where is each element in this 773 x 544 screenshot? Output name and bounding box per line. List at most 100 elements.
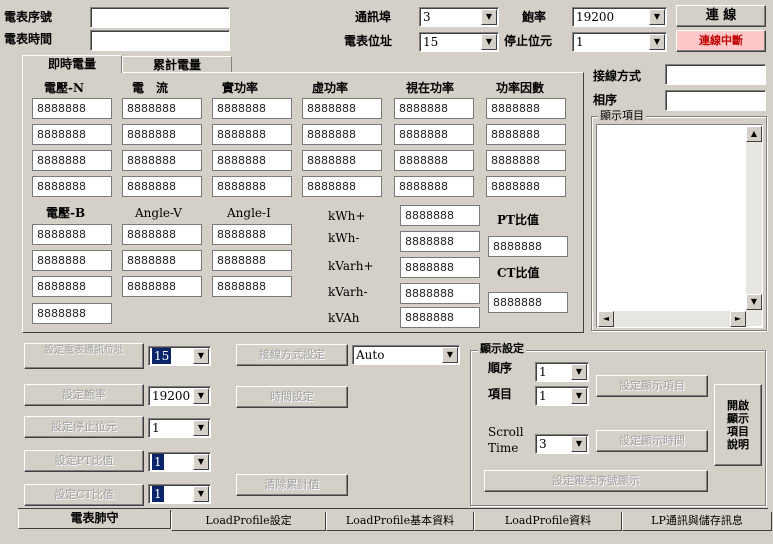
- scroll-right-icon[interactable]: ►: [730, 311, 746, 327]
- header-real-power: 實功率: [222, 81, 259, 95]
- baud-rate-select[interactable]: 19200 ▼: [148, 386, 211, 406]
- stop-bit-label: 停止位元: [504, 34, 553, 48]
- ct-select[interactable]: 1 ▼: [148, 484, 211, 504]
- scroll-down-icon[interactable]: ▼: [746, 294, 762, 310]
- chevron-down-icon[interactable]: ▼: [193, 454, 209, 470]
- kvarh-minus-value: 8888888: [400, 283, 480, 304]
- apparent-power-value: 8888888: [394, 176, 474, 197]
- set-wiring-button[interactable]: 接線方式設定: [236, 344, 348, 366]
- meter-serial-field[interactable]: [90, 7, 230, 28]
- connect-button[interactable]: 連 線: [676, 5, 766, 27]
- set-stop-bit-button[interactable]: 設定停止位元: [24, 416, 144, 438]
- kvarh-minus-label: kVarh-: [328, 285, 368, 299]
- current-value: 8888888: [122, 98, 202, 119]
- chevron-down-icon[interactable]: ▼: [193, 388, 209, 404]
- tab-lp-comm-storage[interactable]: LP通訊與儲存訊息: [622, 512, 772, 531]
- chevron-down-icon[interactable]: ▼: [649, 34, 665, 50]
- tab-loadprofile-settings[interactable]: LoadProfile設定: [171, 512, 326, 531]
- meter-addr-label: 電表位址: [344, 34, 393, 48]
- chevron-down-icon[interactable]: ▼: [571, 436, 587, 452]
- apparent-power-value: 8888888: [394, 124, 474, 145]
- angle-v-value: 8888888: [122, 276, 202, 297]
- reactive-power-value: 8888888: [302, 124, 382, 145]
- tab-loadprofile-data[interactable]: LoadProfile資料: [474, 512, 622, 531]
- wiring-select[interactable]: Auto ▼: [352, 345, 460, 365]
- voltage-b-value: 8888888: [32, 224, 112, 245]
- stop-bit-select[interactable]: 1 ▼: [572, 32, 667, 52]
- kvarh-plus-value: 8888888: [400, 257, 480, 278]
- voltage-n-value: 8888888: [32, 150, 112, 171]
- chevron-down-icon[interactable]: ▼: [193, 420, 209, 436]
- phase-label: 相序: [593, 93, 618, 107]
- set-serial-display-button[interactable]: 設定電表序號顯示: [484, 470, 708, 492]
- apparent-power-value: 8888888: [394, 98, 474, 119]
- clear-energy-button[interactable]: 清除累計值: [236, 474, 348, 496]
- comm-port-select[interactable]: 3 ▼: [419, 7, 499, 27]
- kwh-minus-value: 8888888: [400, 231, 480, 252]
- reactive-power-value: 8888888: [302, 150, 382, 171]
- voltage-b-value: 8888888: [32, 303, 112, 324]
- chevron-down-icon[interactable]: ▼: [649, 9, 665, 25]
- item-label: 項目: [488, 387, 513, 401]
- set-time-button[interactable]: 時間設定: [236, 386, 348, 408]
- tab-realtime[interactable]: 即時電量: [22, 55, 122, 73]
- current-value: 8888888: [122, 124, 202, 145]
- current-value: 8888888: [122, 150, 202, 171]
- scroll-time-select[interactable]: 3 ▼: [535, 434, 589, 454]
- pt-ratio-value: 8888888: [488, 236, 568, 257]
- baud-select[interactable]: 19200 ▼: [572, 7, 667, 27]
- chevron-down-icon[interactable]: ▼: [571, 388, 587, 404]
- angle-i-value: 8888888: [212, 276, 292, 297]
- scroll-up-icon[interactable]: ▲: [746, 126, 762, 142]
- angle-i-value: 8888888: [212, 224, 292, 245]
- horizontal-scrollbar[interactable]: [598, 311, 746, 327]
- disconnect-button[interactable]: 連線中斷: [676, 30, 766, 52]
- ct-select-value: 1: [152, 486, 164, 502]
- scroll-left-icon[interactable]: ◄: [598, 311, 614, 327]
- meter-addr-select[interactable]: 15 ▼: [419, 32, 499, 52]
- chevron-down-icon[interactable]: ▼: [193, 348, 209, 364]
- wiring-field[interactable]: [665, 64, 766, 85]
- chevron-down-icon[interactable]: ▼: [193, 486, 209, 502]
- item-select[interactable]: 1 ▼: [535, 386, 589, 406]
- set-ct-button[interactable]: 設定CT比值: [24, 484, 144, 506]
- chevron-down-icon[interactable]: ▼: [442, 347, 458, 363]
- set-address-button[interactable]: 設定電表通訊位址: [24, 343, 144, 369]
- set-display-time-button[interactable]: 設定顯示時間: [596, 430, 708, 452]
- real-power-value: 8888888: [212, 150, 292, 171]
- header-power-factor: 功率因數: [496, 81, 545, 95]
- bottom-tab-divider: [18, 508, 768, 509]
- set-baud-button[interactable]: 設定鮑率: [24, 384, 144, 406]
- set-pt-button[interactable]: 設定PT比值: [24, 450, 144, 472]
- comm-port-label: 通訊埠: [355, 10, 392, 24]
- header-apparent-power: 視在功率: [406, 81, 455, 95]
- order-select[interactable]: 1 ▼: [535, 362, 589, 382]
- display-item-description-button[interactable]: 開啟顯示項目說明: [714, 384, 762, 466]
- real-power-value: 8888888: [212, 176, 292, 197]
- meter-time-field[interactable]: [90, 30, 230, 51]
- display-items-list[interactable]: [596, 124, 763, 328]
- address-select[interactable]: 15 ▼: [148, 346, 211, 366]
- angle-i-value: 8888888: [212, 250, 292, 271]
- angle-v-value: 8888888: [122, 250, 202, 271]
- header-voltage-n: 電壓-N: [44, 81, 84, 95]
- voltage-b-value: 8888888: [32, 276, 112, 297]
- tab-loadprofile-basic[interactable]: LoadProfile基本資料: [326, 512, 474, 531]
- set-display-item-button[interactable]: 設定顯示項目: [596, 375, 708, 397]
- stop-bit-select-2[interactable]: 1 ▼: [148, 418, 211, 438]
- chevron-down-icon[interactable]: ▼: [481, 9, 497, 25]
- phase-field[interactable]: [665, 90, 766, 111]
- power-factor-value: 8888888: [486, 98, 566, 119]
- pt-select[interactable]: 1 ▼: [148, 452, 211, 472]
- order-label: 順序: [488, 361, 513, 375]
- display-items-label: 顯示項目: [598, 108, 646, 124]
- kvah-value: 8888888: [400, 307, 480, 328]
- tab-meter-tools[interactable]: 電表肺守: [18, 510, 171, 529]
- chevron-down-icon[interactable]: ▼: [481, 34, 497, 50]
- power-factor-value: 8888888: [486, 176, 566, 197]
- chevron-down-icon[interactable]: ▼: [571, 364, 587, 380]
- tab-accumulated[interactable]: 累計電量: [122, 56, 232, 73]
- apparent-power-value: 8888888: [394, 150, 474, 171]
- kwh-plus-label: kWh+: [328, 209, 366, 223]
- header-angle-v: Angle-V: [135, 206, 182, 220]
